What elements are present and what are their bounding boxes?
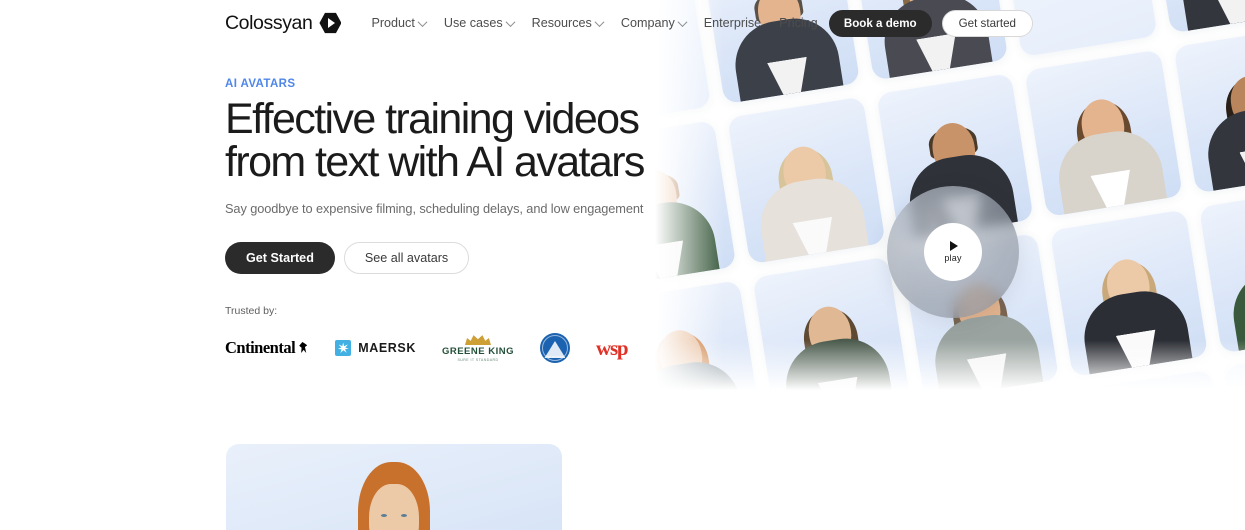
play-video-button[interactable]: play	[887, 186, 1019, 318]
nav-label: Resources	[531, 16, 592, 30]
play-label: play	[944, 253, 962, 263]
greene-king-logo: GREENE KING SURE IT STANDARD	[442, 334, 514, 362]
headline-line-1: Effective training videos	[225, 95, 640, 143]
wsp-logo: wsp	[595, 335, 629, 360]
nav-actions: Book a demo Get started	[828, 9, 1033, 37]
hero-cta-row: Get Started See all avatars	[225, 242, 655, 274]
main-navigation: Colossyan Product Use cases Resources Co…	[0, 0, 1245, 46]
landing-page: play Colossyan Product Use cases Resourc…	[0, 0, 1245, 530]
brand-name: Colossyan	[225, 11, 313, 34]
maersk-logo: MAERSK	[335, 340, 416, 356]
get-started-cta-button[interactable]: Get Started	[225, 242, 335, 274]
client-logo-row: Cntinental MAERSK GREENE KING SURE IT ST…	[225, 333, 629, 363]
chevron-down-icon	[677, 16, 688, 27]
book-a-demo-button[interactable]: Book a demo	[828, 9, 932, 37]
greene-king-tagline: SURE IT STANDARD	[457, 358, 499, 362]
wsp-wordmark: wsp	[595, 335, 629, 360]
hero-eyebrow: AI AVATARS	[225, 78, 296, 90]
avatar-preview-card[interactable]	[226, 444, 562, 530]
play-icon	[950, 241, 958, 251]
nav-item-enterprise[interactable]: Enterprise	[704, 16, 761, 30]
hexagon-play-icon	[319, 12, 342, 34]
avatar-card	[1024, 49, 1184, 217]
avatar-card	[1199, 185, 1245, 354]
nav-label: Company	[620, 16, 675, 30]
avatar-card	[1224, 345, 1245, 410]
trusted-by-label: Trusted by:	[225, 305, 278, 317]
get-started-button[interactable]: Get started	[941, 9, 1033, 37]
eye-left	[381, 514, 387, 517]
nav-item-use-cases[interactable]: Use cases	[443, 16, 516, 30]
chevron-down-icon	[505, 16, 516, 27]
nav-item-pricing[interactable]: Pricing	[779, 16, 818, 30]
continental-wordmark: Cntinental	[225, 338, 296, 357]
eye-right	[401, 514, 407, 517]
crown-icon	[465, 334, 491, 345]
see-all-avatars-button[interactable]: See all avatars	[343, 242, 470, 274]
play-button-inner[interactable]: play	[924, 223, 982, 281]
continental-logo: Cntinental	[225, 338, 309, 358]
nav-item-company[interactable]: Company	[620, 16, 688, 30]
avatar-card	[726, 96, 886, 265]
chevron-down-icon	[417, 16, 428, 27]
avatar-portrait	[334, 452, 454, 530]
avatar-card	[1173, 25, 1245, 194]
trusted-by-section: Trusted by: Cntinental MAERSK GREENE KIN…	[225, 305, 629, 363]
hero-subtitle: Say goodbye to expensive filming, schedu…	[225, 201, 644, 216]
paramount-wordmark: Paramount	[545, 355, 565, 359]
avatar-card	[1075, 369, 1234, 410]
greene-king-wordmark: GREENE KING	[441, 346, 514, 357]
avatar-card	[655, 120, 737, 288]
headline-line-2: from text with AI avatars	[225, 138, 645, 186]
nav-item-product[interactable]: Product	[371, 16, 428, 30]
horse-icon	[297, 341, 309, 355]
page-title: Effective training videos from text with…	[225, 98, 655, 184]
nav-label: Pricing	[779, 16, 818, 30]
avatar-card	[655, 280, 762, 410]
nav-item-resources[interactable]: Resources	[531, 16, 605, 30]
nav-label: Enterprise	[703, 16, 762, 30]
logo[interactable]: Colossyan	[225, 11, 342, 35]
nav-links: Product Use cases Resources Company Ente…	[371, 16, 817, 30]
nav-label: Use cases	[443, 16, 503, 30]
maersk-wordmark: MAERSK	[358, 341, 416, 355]
chevron-down-icon	[594, 16, 605, 27]
hero-avatar-collage: play	[655, 0, 1245, 410]
maersk-star-icon	[335, 340, 352, 356]
nav-label: Product	[371, 16, 415, 30]
avatar-card	[1050, 209, 1209, 377]
hero-copy: AI AVATARS Effective training videos fro…	[225, 78, 655, 274]
paramount-logo: Paramount	[539, 333, 570, 363]
avatar-card	[752, 256, 911, 410]
